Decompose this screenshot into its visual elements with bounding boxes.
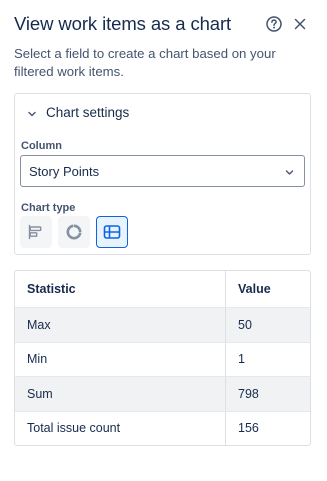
table-chart-button[interactable] [96, 216, 128, 248]
column-select-value: Story Points [29, 164, 100, 179]
chart-settings-title: Chart settings [46, 105, 130, 120]
donut-chart-icon [66, 224, 82, 240]
close-button[interactable] [291, 15, 309, 33]
value-cell: 156 [238, 421, 259, 436]
value-cell: 798 [238, 386, 259, 401]
question-circle-icon [266, 16, 282, 32]
column-header-value: Value [238, 282, 271, 296]
chevron-down-icon [28, 111, 36, 117]
column-select[interactable]: Story Points [20, 155, 305, 187]
column-label: Column [21, 140, 62, 152]
panel-header: View work items as a chart [14, 12, 313, 36]
value-cell: 1 [238, 352, 245, 367]
table-row: Max 50 [15, 307, 310, 342]
close-icon [294, 18, 306, 30]
statistics-table: Statistic Value Max 50 Min 1 Sum 798 Tot… [14, 270, 311, 446]
chart-settings-toggle[interactable]: Chart settings [15, 94, 310, 132]
donut-chart-button[interactable] [58, 216, 90, 248]
table-icon [103, 225, 121, 239]
value-cell: 50 [238, 317, 252, 332]
bar-chart-button[interactable] [20, 216, 52, 248]
statistic-cell: Min [27, 352, 48, 367]
statistic-cell: Sum [27, 386, 53, 401]
panel-title: View work items as a chart [14, 13, 232, 34]
table-row: Min 1 [15, 341, 310, 376]
bar-chart-icon [28, 224, 42, 240]
table-row: Sum 798 [15, 376, 310, 411]
table-header-row: Statistic Value [15, 271, 310, 307]
column-header-statistic: Statistic [27, 282, 76, 296]
chevron-down-icon [285, 170, 294, 175]
table-row: Total issue count 156 [15, 410, 310, 445]
statistic-cell: Total issue count [27, 421, 121, 436]
help-button[interactable] [265, 15, 283, 33]
statistic-cell: Max [27, 317, 51, 332]
panel-description: Select a field to create a chart based o… [14, 46, 276, 79]
chart-settings-section: Chart settings Column Story Points Chart… [14, 93, 311, 255]
chart-type-label: Chart type [21, 202, 76, 214]
